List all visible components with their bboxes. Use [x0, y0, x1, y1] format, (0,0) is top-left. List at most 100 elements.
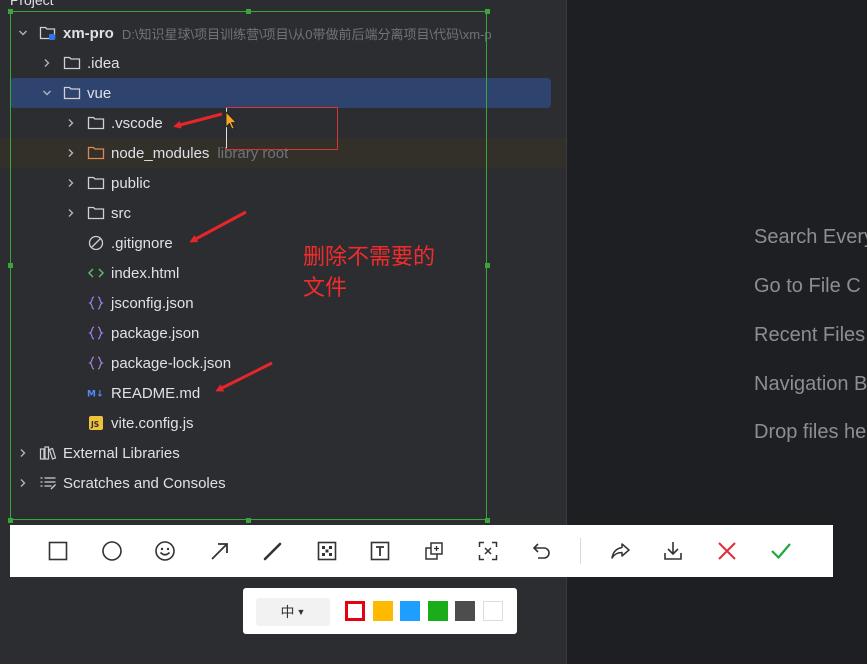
text-icon	[370, 541, 390, 561]
markdown-file-icon: M↓	[87, 385, 105, 401]
color-swatch[interactable]	[345, 601, 365, 621]
tree-item-label: External Libraries	[63, 444, 180, 462]
tree-item-xm-pro[interactable]: xm-pro D:\知识星球\项目训练营\项目\从0带做前后端分离项目\代码\xm…	[0, 18, 566, 48]
mosaic-tool-button[interactable]	[312, 536, 342, 566]
tree-item-scratches-and-consoles[interactable]: Scratches and Consoles	[0, 468, 566, 498]
download-tool-button[interactable]	[658, 536, 688, 566]
ocr-tool-button[interactable]	[473, 536, 503, 566]
toolbar-divider	[580, 538, 581, 564]
js-file-icon: JS	[87, 415, 105, 431]
capture-toolbar	[10, 525, 833, 577]
text-tool-button[interactable]	[365, 536, 395, 566]
tree-item-public[interactable]: public	[0, 168, 566, 198]
tree-item-external-libraries[interactable]: External Libraries	[0, 438, 566, 468]
html-file-icon	[87, 265, 105, 281]
undo-icon	[532, 543, 550, 559]
smiley-icon	[155, 541, 175, 561]
tree-item-vite-config-js[interactable]: JS vite.config.js	[0, 408, 566, 438]
checkmark-icon	[771, 543, 791, 560]
orange-folder-icon	[87, 145, 105, 161]
confirm-tool-button[interactable]	[766, 536, 796, 566]
svg-text:JS: JS	[90, 420, 99, 429]
resize-handle-bottom[interactable]	[246, 518, 251, 523]
circle-icon	[102, 541, 122, 561]
resize-handle-top-right[interactable]	[485, 9, 490, 14]
chevron-down-icon[interactable]	[40, 86, 54, 100]
pen-icon	[263, 542, 282, 561]
tree-item-label: .vscode	[111, 114, 163, 132]
folder-icon	[63, 85, 81, 101]
undo-tool-button[interactable]	[526, 536, 556, 566]
resize-handle-right[interactable]	[485, 263, 490, 268]
chevron-right-icon[interactable]	[64, 146, 78, 160]
chevron-right-icon[interactable]	[64, 176, 78, 190]
resize-handle-top[interactable]	[246, 9, 251, 14]
hint-recent-files: Recent Files	[754, 324, 866, 346]
project-path-label: D:\知识星球\项目训练营\项目\从0带做前后端分离项目\代码\xm-p	[121, 26, 492, 42]
share-icon	[611, 543, 630, 559]
folder-icon	[87, 175, 105, 191]
tree-item-label: xm-pro	[63, 24, 114, 42]
cancel-tool-button[interactable]	[712, 536, 742, 566]
tree-item-idea[interactable]: .idea	[0, 48, 566, 78]
module-folder-icon	[39, 25, 57, 41]
tree-item-label: index.html	[111, 264, 180, 282]
ellipse-tool-button[interactable]	[97, 536, 127, 566]
text-cursor	[226, 108, 227, 148]
download-icon	[664, 542, 682, 560]
svg-text:M↓: M↓	[87, 390, 104, 400]
json-file-icon	[87, 355, 105, 371]
tree-item-label: vue	[87, 84, 112, 102]
resize-handle-bottom-left[interactable]	[8, 518, 13, 523]
pin-icon	[425, 542, 443, 560]
color-swatch[interactable]	[455, 601, 475, 621]
color-swatch[interactable]	[428, 601, 448, 621]
color-swatch[interactable]	[483, 601, 503, 621]
folder-icon	[87, 115, 105, 131]
tree-item-package-json[interactable]: package.json	[0, 318, 566, 348]
pin-tool-button[interactable]	[419, 536, 449, 566]
size-dropdown[interactable]: 中 ▼	[256, 598, 330, 626]
emoji-tool-button[interactable]	[150, 536, 180, 566]
ignore-file-icon	[87, 235, 105, 251]
chevron-right-icon[interactable]	[16, 476, 30, 490]
color-swatch[interactable]	[373, 601, 393, 621]
tree-item-label: vite.config.js	[111, 414, 194, 432]
arrow-icon	[211, 543, 228, 560]
resize-handle-bottom-right[interactable]	[485, 518, 490, 523]
chevron-right-icon[interactable]	[16, 446, 30, 460]
size-value: 中	[280, 604, 295, 620]
chevron-down-icon[interactable]	[16, 26, 30, 40]
tree-item-label: package-lock.json	[111, 354, 232, 372]
rectangle-annotation[interactable]	[226, 107, 338, 150]
json-file-icon	[87, 325, 105, 341]
rectangle-tool-button[interactable]	[43, 536, 73, 566]
chevron-right-icon[interactable]	[40, 56, 54, 70]
library-icon	[39, 445, 57, 461]
tree-item-src[interactable]: src	[0, 198, 566, 228]
tree-item-package-lock-json[interactable]: package-lock.json	[0, 348, 566, 378]
chevron-right-icon[interactable]	[64, 116, 78, 130]
tree-item-label: README.md	[111, 384, 201, 402]
tree-item-label: src	[111, 204, 131, 222]
tree-item-readme-md[interactable]: M↓ README.md	[0, 378, 566, 408]
tree-item-label: package.json	[111, 324, 200, 342]
annotation-line-2: 文件	[303, 275, 348, 300]
tree-item-label: .idea	[87, 54, 120, 72]
scratches-icon	[39, 475, 57, 491]
json-file-icon	[87, 295, 105, 311]
chevron-down-icon: ▼	[296, 607, 306, 617]
arrow-tool-button[interactable]	[205, 536, 235, 566]
chevron-right-icon[interactable]	[64, 206, 78, 220]
mosaic-icon	[317, 541, 337, 561]
share-tool-button[interactable]	[605, 536, 635, 566]
resize-handle-top-left[interactable]	[8, 9, 13, 14]
tree-item-label: jsconfig.json	[111, 294, 194, 312]
tree-item-vue[interactable]: vue	[10, 78, 551, 108]
annotation-line-1: 删除不需要的	[303, 244, 436, 269]
ocr-icon	[478, 541, 498, 561]
pen-tool-button[interactable]	[258, 536, 288, 566]
resize-handle-left[interactable]	[8, 263, 13, 268]
annotation-text[interactable]: 删除不需要的 文件	[303, 241, 483, 303]
color-swatch[interactable]	[400, 601, 420, 621]
